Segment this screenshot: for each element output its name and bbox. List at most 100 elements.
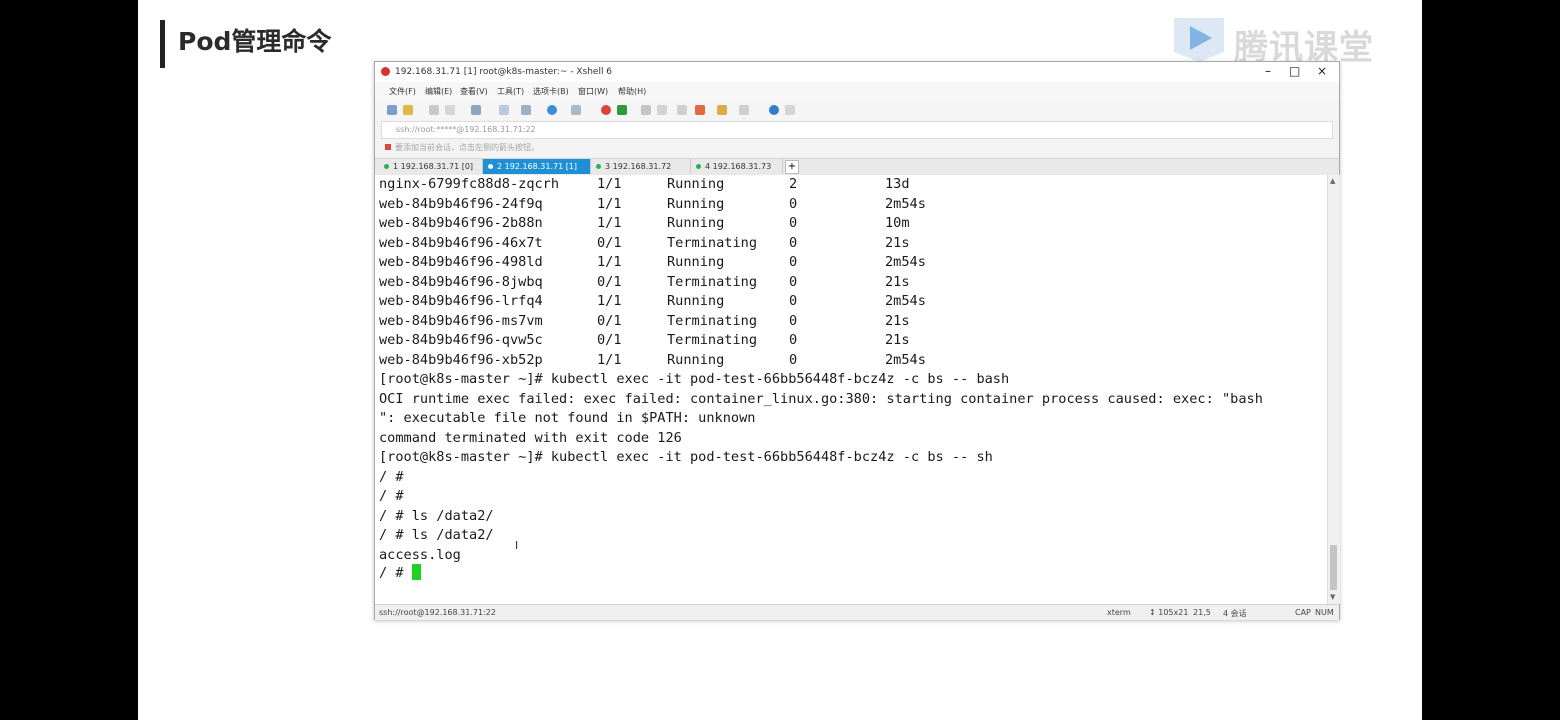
terminal-prompt-line: / #: [379, 564, 421, 583]
pod-name: web-84b9b46f96-xb52p: [379, 351, 543, 368]
terminal-line: ": executable file not found in $PATH: u…: [379, 410, 756, 426]
menu-tools[interactable]: 工具(T): [497, 86, 524, 97]
terminal-scrollbar[interactable]: ▲ ▼: [1327, 175, 1340, 604]
xftp-green-icon[interactable]: [617, 105, 627, 115]
pod-row: web-84b9b46f96-2b88n 1/1 Running 0 10m: [379, 214, 1319, 233]
status-session: ssh://root@192.168.31.71:22: [379, 608, 496, 617]
pod-age: 2m54s: [885, 254, 926, 270]
play-logo-icon: [1174, 18, 1224, 62]
menu-bar: 文件(F) 编辑(E) 查看(V) 工具(T) 选项卡(B) 窗口(W) 帮助(…: [375, 82, 1339, 100]
tab-session-4[interactable]: 4 192.168.31.73: [691, 159, 783, 174]
address-bar[interactable]: ssh://root:*****@192.168.31.71:22: [381, 121, 1333, 139]
lock-icon[interactable]: [657, 105, 667, 115]
window-icon[interactable]: [739, 105, 749, 115]
address-text: ssh://root:*****@192.168.31.71:22: [396, 125, 536, 134]
status-sessions: 4 会话: [1223, 609, 1247, 618]
pod-age: 13d: [885, 176, 910, 192]
pod-restarts: 0: [789, 312, 798, 329]
pod-name: web-84b9b46f96-2b88n: [379, 215, 543, 231]
open-folder-icon[interactable]: [403, 105, 413, 115]
menu-edit[interactable]: 编辑(E): [425, 86, 452, 97]
pod-row: web-84b9b46f96-qvw5c 0/1 Terminating 0 21s: [379, 331, 1319, 350]
scroll-down-icon[interactable]: ▼: [1330, 593, 1335, 601]
menu-tabs[interactable]: 选项卡(B): [533, 86, 569, 97]
terminal-line: / #: [379, 468, 404, 485]
disconnect-icon[interactable]: [429, 105, 439, 115]
status-size: ↕ 105x21: [1149, 608, 1189, 617]
scroll-up-icon[interactable]: ▲: [1330, 177, 1335, 185]
fullscreen-icon[interactable]: [641, 105, 651, 115]
pod-restarts: 0: [789, 195, 798, 212]
connected-dot-icon: [488, 164, 493, 169]
pod-status: Terminating: [667, 332, 758, 348]
pod-name: web-84b9b46f96-ms7vm: [379, 312, 543, 329]
window-titlebar[interactable]: 192.168.31.71 [1] root@k8s-master:~ - Xs…: [375, 62, 1339, 82]
terminal-line: OCI runtime exec failed: exec failed: co…: [379, 390, 1263, 407]
pod-name: web-84b9b46f96-498ld: [379, 254, 543, 270]
pod-age: 2m54s: [885, 293, 926, 309]
shell-prompt: / #: [379, 565, 412, 581]
globe-icon[interactable]: [547, 105, 557, 115]
status-terminal-type: xterm: [1107, 608, 1131, 617]
new-session-icon[interactable]: [387, 105, 397, 115]
pod-row: nginx-6799fc88d8-zqcrh 1/1 Running 2 13d: [379, 175, 1319, 194]
window-title: 192.168.31.71 [1] root@k8s-master:~ - Xs…: [395, 67, 613, 77]
pod-age: 21s: [885, 312, 910, 329]
script-icon[interactable]: [695, 105, 705, 115]
terminal-output[interactable]: nginx-6799fc88d8-zqcrh 1/1 Running 2 13d web-…: [375, 175, 1327, 604]
menu-file[interactable]: 文件(F): [389, 86, 416, 97]
terminal-line: command terminated with exit code 126: [379, 429, 682, 446]
hint-text: 要添加当前会话，点击左侧的箭头按钮。: [395, 143, 539, 152]
toolbar: [375, 100, 1339, 120]
text-ibeam-cursor-icon: I: [515, 539, 519, 552]
compose-icon[interactable]: [717, 105, 727, 115]
menu-window[interactable]: 窗口(W): [578, 86, 608, 97]
layout-icon[interactable]: [521, 105, 531, 115]
pod-restarts: 0: [789, 273, 798, 290]
terminal-line: access.log: [379, 546, 461, 563]
pod-restarts: 0: [789, 351, 798, 368]
pod-ready: 0/1: [597, 332, 622, 348]
chat-icon[interactable]: [785, 105, 795, 115]
close-button[interactable]: ×: [1317, 64, 1327, 78]
pod-ready: 1/1: [597, 293, 622, 309]
terminal-line: / # ls /data2/: [379, 527, 494, 543]
pod-age: 2m54s: [885, 195, 926, 212]
pod-status: Terminating: [667, 273, 758, 290]
properties-icon[interactable]: [471, 105, 481, 115]
pod-row: web-84b9b46f96-xb52p 1/1 Running 0 2m54s: [379, 351, 1319, 370]
pod-status: Terminating: [667, 312, 758, 329]
xshell-window: 192.168.31.71 [1] root@k8s-master:~ - Xs…: [374, 61, 1340, 620]
connected-dot-icon: [696, 164, 701, 169]
session-hint-bar: 要添加当前会话，点击左侧的箭头按钮。: [381, 140, 1331, 154]
pod-ready: 1/1: [597, 351, 622, 368]
find-icon[interactable]: [499, 105, 509, 115]
tab-session-2[interactable]: 2 192.168.31.71 [1]: [483, 159, 591, 174]
pod-restarts: 0: [789, 254, 798, 270]
pod-age: 21s: [885, 273, 910, 290]
pod-status: Running: [667, 254, 725, 270]
add-tab-button[interactable]: +: [785, 160, 799, 174]
menu-help[interactable]: 帮助(H): [618, 86, 646, 97]
connected-dot-icon: [384, 164, 389, 169]
minimize-button[interactable]: –: [1265, 64, 1271, 78]
pod-restarts: 0: [789, 215, 798, 231]
pod-age: 2m54s: [885, 351, 926, 368]
tab-session-1[interactable]: 1 192.168.31.71 [0]: [379, 159, 483, 174]
pod-name: nginx-6799fc88d8-zqcrh: [379, 176, 560, 192]
pod-status: Running: [667, 195, 725, 212]
xftp-icon[interactable]: [601, 105, 611, 115]
pod-restarts: 0: [789, 332, 798, 348]
scrollbar-thumb[interactable]: [1330, 545, 1337, 590]
terminal-cursor: [411, 564, 421, 580]
pod-name: web-84b9b46f96-24f9q: [379, 195, 543, 212]
font-icon[interactable]: [571, 105, 581, 115]
help-icon[interactable]: [769, 105, 779, 115]
tab-session-3[interactable]: 3 192.168.31.72: [591, 159, 691, 174]
keyboard-icon[interactable]: [677, 105, 687, 115]
terminal-line: / #: [379, 488, 404, 504]
maximize-button[interactable]: □: [1289, 64, 1300, 78]
reconnect-icon[interactable]: [445, 105, 455, 115]
menu-view[interactable]: 查看(V): [460, 86, 488, 97]
pod-ready: 0/1: [597, 234, 622, 251]
